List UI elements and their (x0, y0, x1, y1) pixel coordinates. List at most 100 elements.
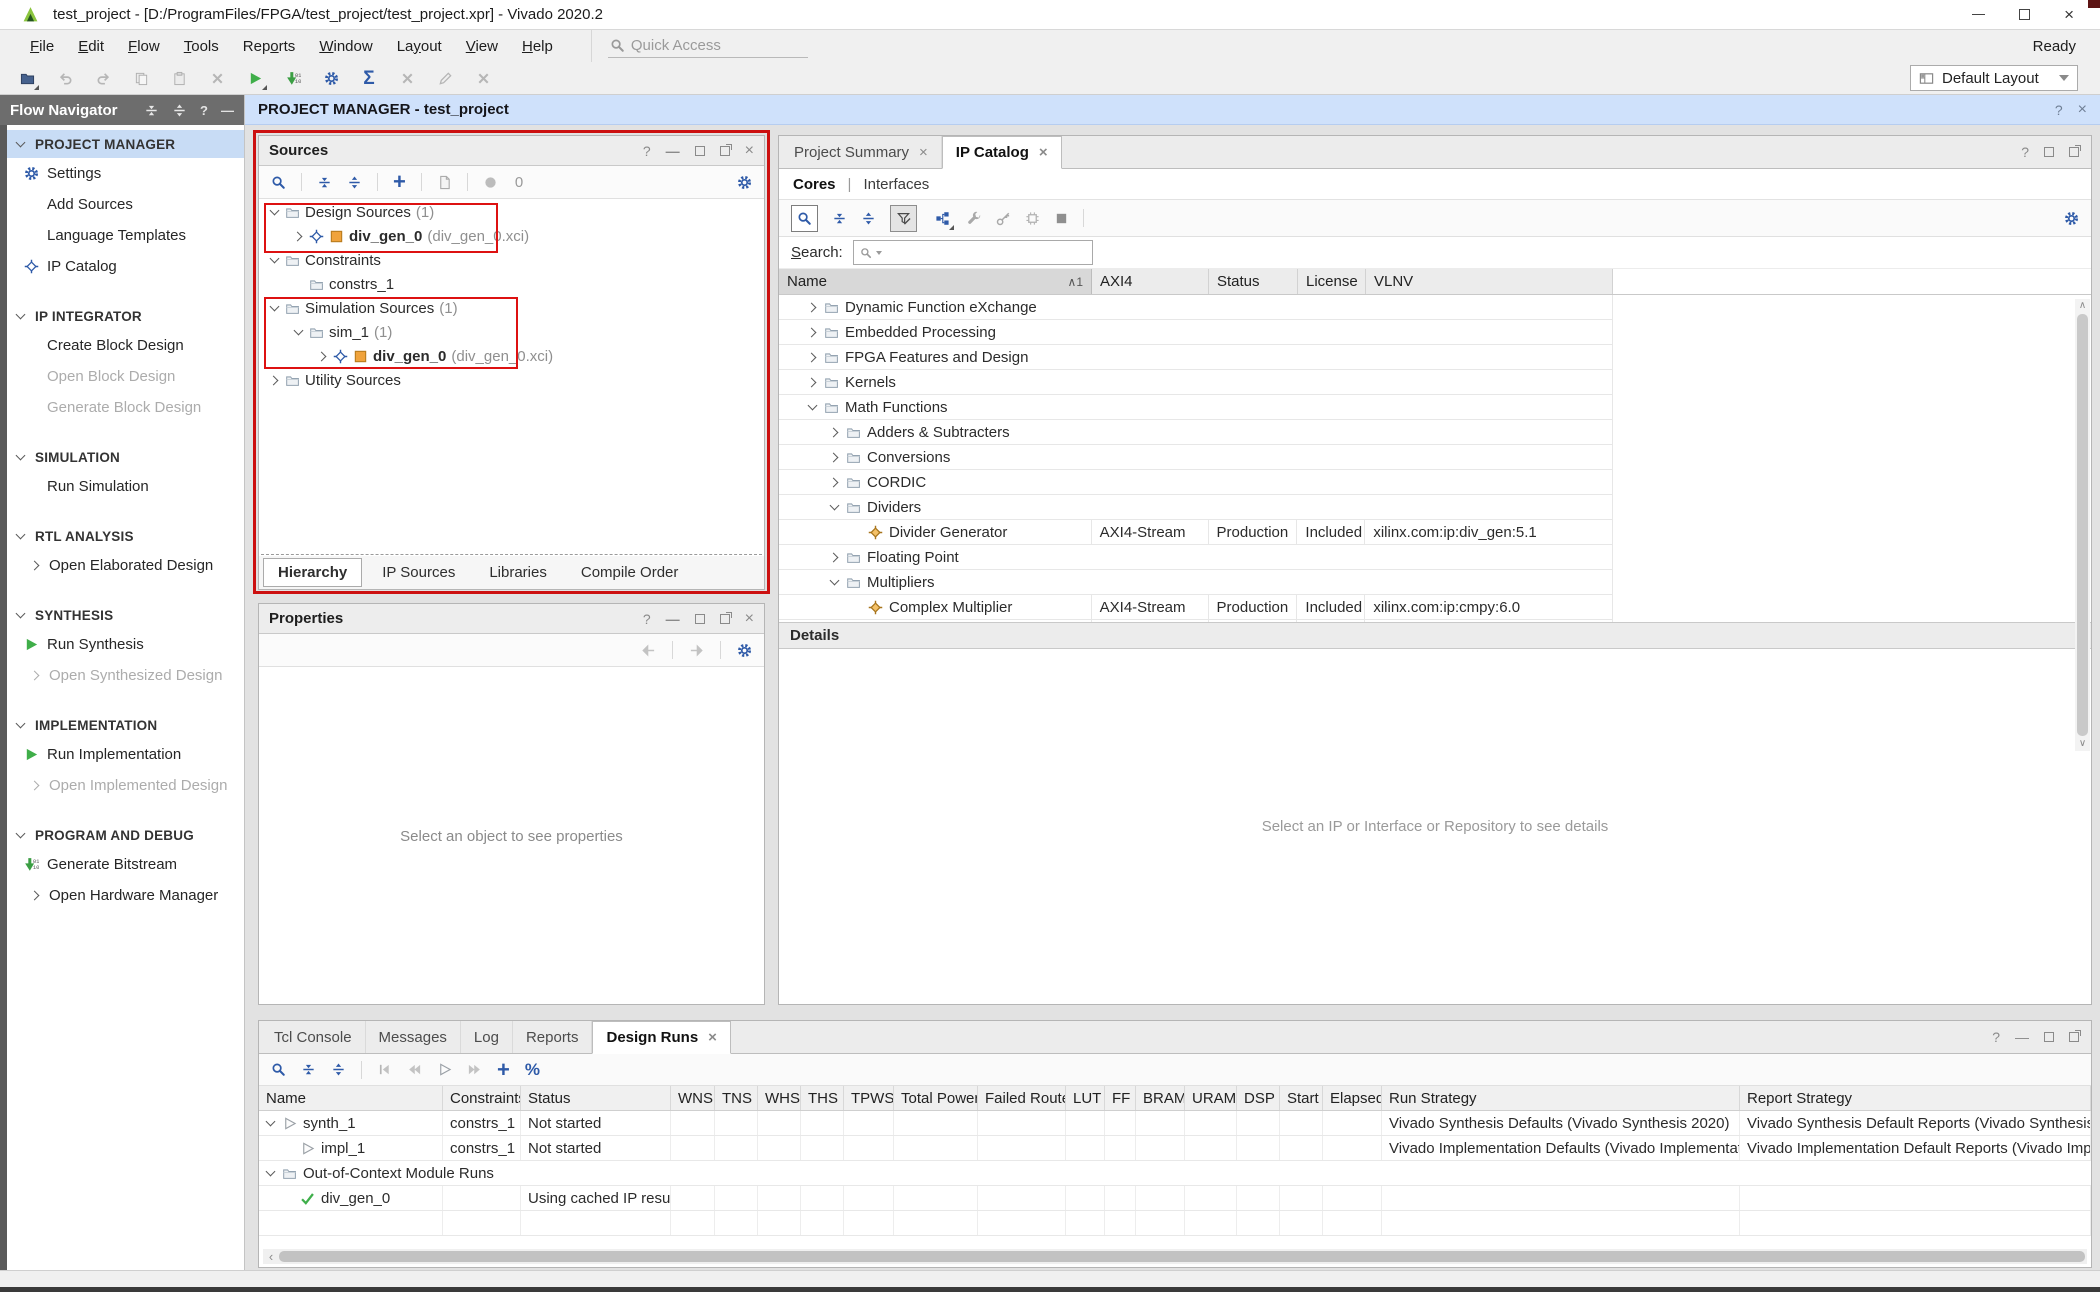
table-row[interactable]: Dynamic Function eXchange (779, 295, 1613, 320)
tab-cores[interactable]: Cores (793, 176, 836, 193)
run-button[interactable] (244, 67, 266, 89)
column-header-axi4[interactable]: AXI4 (1092, 269, 1209, 294)
help-icon[interactable]: ? (2055, 102, 2063, 118)
chevron-down-icon[interactable] (15, 139, 26, 150)
table-row[interactable]: impl_1constrs_1Not startedVivado Impleme… (259, 1136, 2091, 1161)
maximize-panel-icon[interactable] (2044, 1032, 2054, 1042)
column-header-vlnv[interactable]: VLNV (1366, 269, 1613, 294)
column-header-start[interactable]: Start (1280, 1086, 1323, 1110)
close-tab-icon[interactable]: × (708, 1029, 717, 1046)
chevron-down-icon[interactable] (269, 255, 280, 266)
close-icon[interactable]: × (2078, 101, 2087, 119)
maximize-panel-icon[interactable] (2044, 147, 2054, 157)
gear-icon[interactable] (737, 643, 752, 658)
help-icon[interactable]: ? (643, 611, 651, 627)
gear-icon[interactable] (2064, 211, 2079, 226)
float-panel-icon[interactable] (2069, 1032, 2079, 1042)
column-header-failed-routes[interactable]: Failed Routes (978, 1086, 1066, 1110)
column-header-dsp[interactable]: DSP (1237, 1086, 1280, 1110)
tree-item-constraints[interactable]: Constraints (259, 248, 764, 272)
arrow-right-icon[interactable] (689, 643, 704, 658)
menu-layout[interactable]: Layout (385, 34, 454, 59)
open-button[interactable] (16, 67, 38, 89)
column-header-lut[interactable]: LUT (1066, 1086, 1105, 1110)
table-row[interactable]: Multipliers (779, 570, 1613, 595)
float-panel-icon[interactable] (720, 614, 730, 624)
horizontal-scrollbar[interactable]: ‹ (263, 1249, 2087, 1264)
sidebar-section-project-manager[interactable]: PROJECT MANAGER (7, 130, 244, 158)
tab-ip-catalog[interactable]: IP Catalog× (942, 136, 1062, 169)
sidebar-section-synthesis[interactable]: SYNTHESIS (7, 601, 244, 629)
chevron-down-icon[interactable] (15, 452, 26, 463)
expand-all-icon[interactable] (347, 175, 362, 190)
chevron-right-icon[interactable] (829, 427, 840, 438)
chevron-down-icon[interactable] (293, 327, 304, 338)
chevron-right-icon[interactable] (317, 351, 328, 362)
help-icon[interactable]: ? (643, 143, 651, 159)
table-row[interactable]: FPGA Features and Design (779, 345, 1613, 370)
scroll-left-icon[interactable]: ‹ (263, 1249, 279, 1264)
scrollbar-thumb[interactable] (279, 1251, 2085, 1262)
chevron-down-icon[interactable] (265, 1118, 276, 1129)
tab-log[interactable]: Log (461, 1021, 513, 1053)
sidebar-item-language-templates[interactable]: Language Templates (7, 220, 244, 251)
column-header-name[interactable]: Name (259, 1086, 443, 1110)
tab-reports[interactable]: Reports (513, 1021, 593, 1053)
help-icon[interactable]: ? (200, 103, 208, 118)
chevron-down-icon[interactable] (15, 610, 26, 621)
sidebar-item-create-block-design[interactable]: Create Block Design (7, 330, 244, 361)
sidebar-section-implementation[interactable]: IMPLEMENTATION (7, 711, 244, 739)
chevron-right-icon[interactable] (807, 377, 818, 388)
sidebar-section-program-and-debug[interactable]: PROGRAM AND DEBUG (7, 821, 244, 849)
column-header-run-strategy[interactable]: Run Strategy (1382, 1086, 1740, 1110)
table-row[interactable]: synth_1constrs_1Not startedVivado Synthe… (259, 1111, 2091, 1136)
table-row[interactable]: Embedded Processing (779, 320, 1613, 345)
tree-item-utility-sources[interactable]: Utility Sources (259, 368, 764, 392)
search-icon[interactable] (271, 175, 286, 190)
table-row[interactable]: div_gen_0Using cached IP results (259, 1186, 2091, 1211)
chevron-right-icon[interactable] (807, 352, 818, 363)
tree-item-div-gen-0[interactable]: div_gen_0 (div_gen_0.xci) (259, 344, 764, 368)
group-by-button[interactable] (931, 207, 953, 229)
column-header-total-power[interactable]: Total Power (894, 1086, 978, 1110)
column-header-whs[interactable]: WHS (758, 1086, 801, 1110)
help-icon[interactable]: ? (2021, 144, 2029, 160)
collapse-all-icon[interactable] (301, 1062, 316, 1077)
sidebar-item-run-synthesis[interactable]: Run Synthesis (7, 629, 244, 660)
expand-all-icon[interactable] (172, 103, 187, 118)
chevron-right-icon[interactable] (807, 302, 818, 313)
chevron-down-icon[interactable] (265, 1168, 276, 1179)
menu-reports[interactable]: Reports (231, 34, 308, 59)
arrow-left-icon[interactable] (641, 643, 656, 658)
maximize-panel-icon[interactable] (695, 146, 705, 156)
minimize-panel-icon[interactable]: — (2015, 1029, 2029, 1045)
sidebar-item-run-implementation[interactable]: Run Implementation (7, 739, 244, 770)
close-panel-icon[interactable]: × (745, 142, 754, 160)
column-header-license[interactable]: License (1298, 269, 1366, 294)
collapse-all-icon[interactable] (317, 175, 332, 190)
scroll-down-icon[interactable]: ∨ (2079, 737, 2086, 751)
sidebar-section-ip-integrator[interactable]: IP INTEGRATOR (7, 302, 244, 330)
menu-tools[interactable]: Tools (172, 34, 231, 59)
chevron-down-icon[interactable] (15, 830, 26, 841)
percent-button[interactable]: % (525, 1061, 540, 1078)
table-row[interactable]: Kernels (779, 370, 1613, 395)
chevron-right-icon[interactable] (30, 780, 41, 791)
scroll-up-icon[interactable]: ∧ (2079, 299, 2086, 313)
tree-item-simulation-sources[interactable]: Simulation Sources (1) (259, 296, 764, 320)
chevron-down-icon[interactable] (829, 577, 840, 588)
column-header-ths[interactable]: THS (801, 1086, 844, 1110)
table-row[interactable]: Dividers (779, 495, 1613, 520)
chevron-right-icon[interactable] (829, 477, 840, 488)
collapse-all-icon[interactable] (832, 211, 847, 226)
chevron-down-icon[interactable] (807, 402, 818, 413)
layout-selector[interactable]: Default Layout (1910, 65, 2078, 91)
sidebar-item-settings[interactable]: Settings (7, 158, 244, 189)
add-sources-button[interactable]: + (393, 171, 406, 193)
sidebar-item-ip-catalog[interactable]: IP Catalog (7, 251, 244, 282)
tab-libraries[interactable]: Libraries (475, 559, 561, 586)
close-tab-icon[interactable]: × (1039, 144, 1048, 161)
generate-bitstream-button[interactable]: 0110 (282, 67, 304, 89)
menu-flow[interactable]: Flow (116, 34, 172, 59)
table-row[interactable]: CORDIC (779, 470, 1613, 495)
